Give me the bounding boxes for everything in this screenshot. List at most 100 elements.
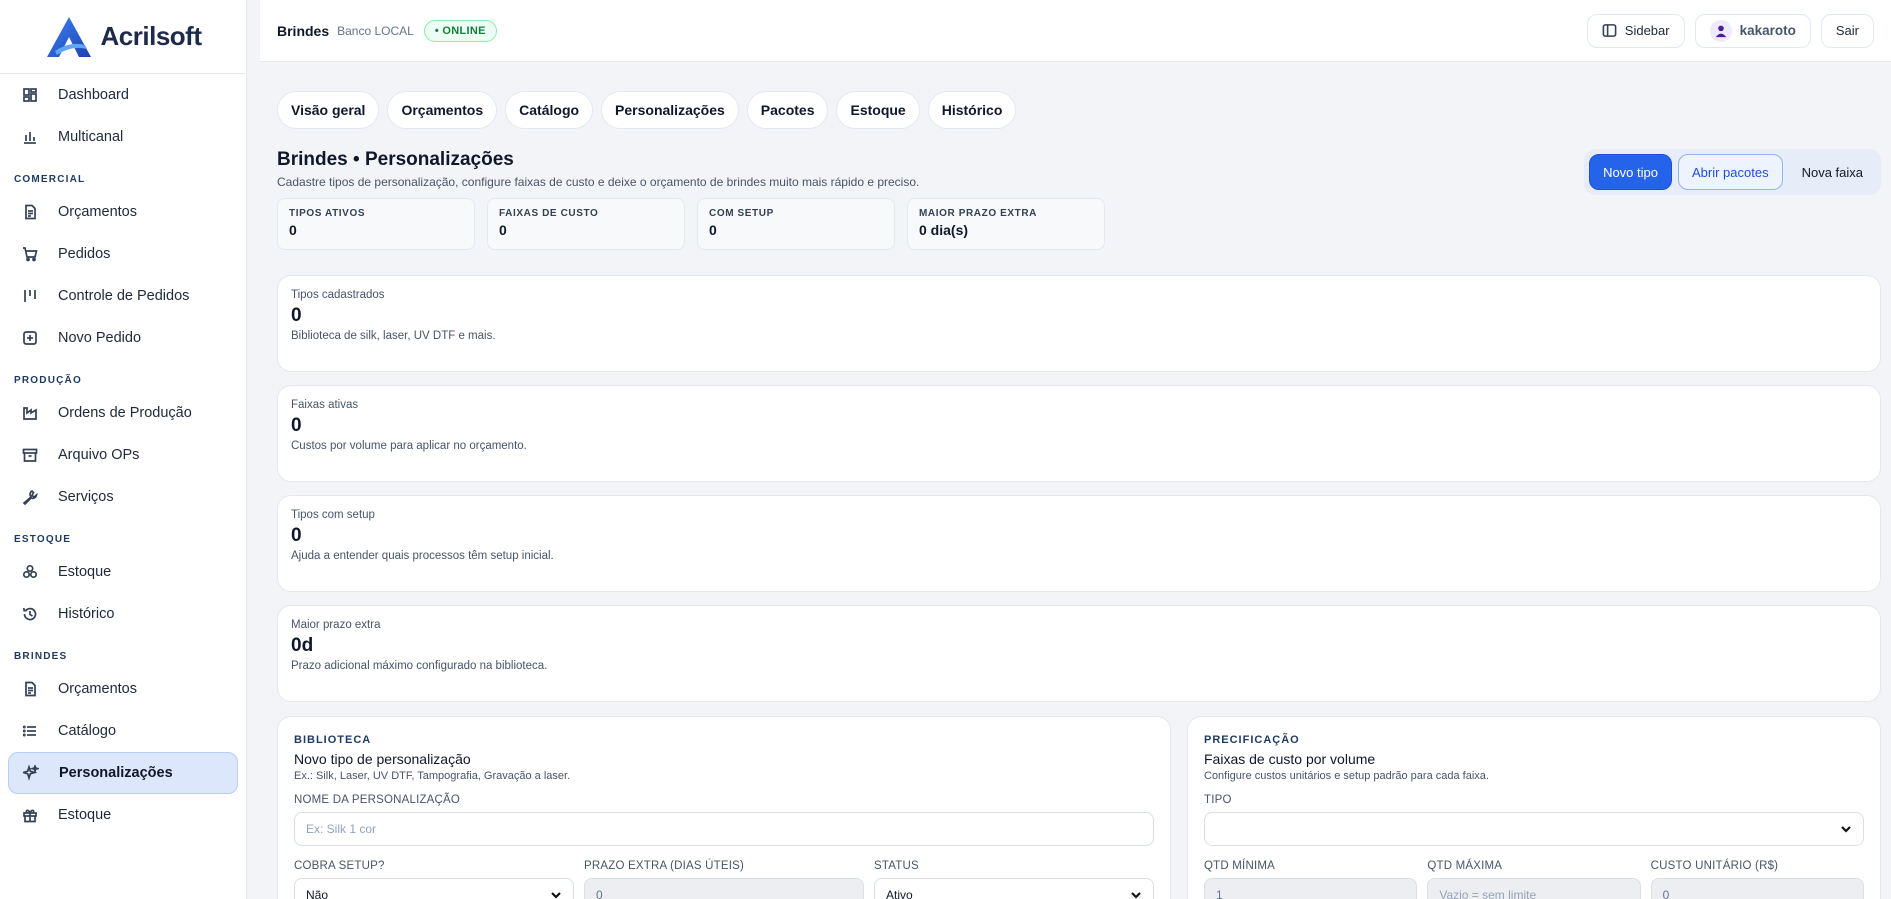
tab-estoque[interactable]: Estoque	[836, 91, 920, 129]
qty-min-input[interactable]	[1204, 878, 1418, 899]
chevron-down-icon	[1131, 892, 1141, 899]
stat-value: 0	[709, 222, 717, 238]
setup-select[interactable]: Não	[294, 878, 574, 899]
sidebar-item-label: Multicanal	[58, 129, 124, 145]
sidebar-item-label: Catálogo	[58, 723, 117, 739]
card-label: Tipos com setup	[291, 509, 375, 521]
personalization-name-input[interactable]	[294, 812, 1154, 846]
summary-card-maior-prazo-extra: Maior prazo extra 0d Prazo adicional máxim…	[277, 605, 1881, 702]
card-description: Biblioteca de silk, laser, UV DTF e mais…	[291, 330, 496, 342]
logo[interactable]: Acrilsoft	[0, 0, 246, 74]
qmax-field-label: QTD MÁXIMA	[1427, 860, 1503, 872]
bar-chart-icon	[22, 129, 38, 145]
sidebar-toggle-button[interactable]: Sidebar	[1586, 13, 1685, 48]
stat-label: FAIXAS DE CUSTO	[499, 208, 599, 219]
library-description: Ex.: Silk, Laser, UV DTF, Tampografia, G…	[294, 770, 571, 782]
new-type-button[interactable]: Novo tipo	[1589, 154, 1672, 190]
tab-historico[interactable]: Histórico	[927, 91, 1017, 129]
card-value: 0d	[291, 635, 314, 656]
sidebar-item-servicos[interactable]: Serviços	[8, 476, 238, 518]
logout-button[interactable]: Sair	[1820, 13, 1874, 48]
summary-card-tipos-com-setup: Tipos com setup 0 Ajuda a entender quais p…	[277, 495, 1881, 592]
sidebar-item-estoque[interactable]: Estoque	[8, 551, 238, 593]
pricing-kicker: PRECIFICAÇÃO	[1204, 734, 1300, 746]
history-icon	[22, 606, 38, 622]
brand-name: Acrilsoft	[100, 21, 202, 51]
sidebar-item-multicanal[interactable]: Multicanal	[8, 116, 238, 158]
tab-personalizacoes[interactable]: Personalizações	[601, 91, 739, 129]
card-label: Faixas ativas	[291, 399, 359, 411]
sidebar-item-pedidos[interactable]: Pedidos	[8, 233, 238, 275]
sidebar-item-orcamentos[interactable]: Orçamentos	[8, 668, 238, 710]
main-content: Visão geral Orçamentos Catálogo Personaliza…	[277, 91, 1881, 899]
prazo-extra-input[interactable]	[584, 878, 864, 899]
gift-icon	[22, 807, 38, 823]
sidebar-item-personalizacoes[interactable]: Personalizações	[8, 752, 238, 794]
sidebar-item-label: Personalizações	[59, 765, 173, 781]
chevron-down-icon	[1841, 826, 1851, 833]
card-value: 0	[291, 525, 302, 546]
card-description: Prazo adicional máximo configurado na bi…	[291, 660, 548, 672]
open-packages-button[interactable]: Abrir pacotes	[1677, 154, 1783, 190]
list-icon	[22, 723, 38, 739]
sidebar-item-label: Estoque	[58, 564, 112, 580]
chevron-down-icon	[551, 892, 561, 899]
tab-catalogo[interactable]: Catálogo	[505, 91, 594, 129]
stat-tipos-ativos: TIPOS ATIVOS 0	[277, 198, 475, 250]
summary-card-faixas-ativas: Faixas ativas 0 Custos por volume para apl…	[277, 385, 1881, 482]
stat-com-setup: COM SETUP 0	[697, 198, 895, 250]
sidebar-item-ordens-de-producao[interactable]: Ordens de Produção	[8, 392, 238, 434]
sidebar: Acrilsoft Dashboard Multicanal COMERCIAL Or…	[0, 0, 247, 899]
sidebar-item-arquivo-ops[interactable]: Arquivo OPs	[8, 434, 238, 476]
card-value: 0	[291, 305, 302, 326]
library-panel: BIBLIOTECA Novo tipo de personalização E…	[277, 716, 1171, 899]
sidebar-item-historico[interactable]: Histórico	[8, 593, 238, 635]
plus-square-icon	[22, 330, 38, 346]
sidebar-section-estoque: ESTOQUE	[14, 534, 72, 545]
summary-card-tipos-cadastrados: Tipos cadastrados 0 Biblioteca de silk, la…	[277, 275, 1881, 372]
factory-icon	[22, 405, 38, 421]
stat-maior-prazo-extra: MAIOR PRAZO EXTRA 0 dia(s)	[907, 198, 1105, 250]
user-icon	[1715, 25, 1726, 37]
sidebar-item-controle-de-pedidos[interactable]: Controle de Pedidos	[8, 275, 238, 317]
summary-cards: Tipos cadastrados 0 Biblioteca de silk, la…	[277, 275, 1881, 702]
topbar: Brindes Banco LOCAL • ONLINE Sidebar kak…	[260, 0, 1891, 62]
pricing-description: Configure custos unitários e setup padrã…	[1204, 770, 1489, 782]
qmin-field-label: QTD MÍNIMA	[1204, 860, 1275, 872]
tab-visao-geral[interactable]: Visão geral	[277, 91, 380, 129]
setup-select-value: Não	[306, 888, 329, 899]
logout-label: Sair	[1835, 23, 1859, 38]
cart-icon	[22, 246, 38, 262]
sidebar-item-catalogo[interactable]: Catálogo	[8, 710, 238, 752]
sidebar-item-dashboard[interactable]: Dashboard	[8, 74, 238, 116]
sidebar-item-novo-pedido[interactable]: Novo Pedido	[8, 317, 238, 359]
database-label: Banco LOCAL	[337, 23, 414, 38]
user-menu-button[interactable]: kakaroto	[1694, 13, 1811, 48]
status-select[interactable]: Ativo	[874, 878, 1154, 899]
stat-faixas-de-custo: FAIXAS DE CUSTO 0	[487, 198, 685, 250]
sidebar-item-orcamentos[interactable]: Orçamentos	[8, 191, 238, 233]
tab-orcamentos[interactable]: Orçamentos	[387, 91, 498, 129]
page-actions: Novo tipo Abrir pacotes Nova faixa	[1584, 149, 1881, 195]
new-range-button[interactable]: Nova faixa	[1789, 154, 1876, 190]
sidebar-toggle-label: Sidebar	[1624, 23, 1670, 38]
stats-row: TIPOS ATIVOS 0 FAIXAS DE CUSTO 0 COM SETUP 0 M…	[277, 198, 1881, 250]
sidebar-item-label: Histórico	[58, 606, 115, 622]
tipo-field-label: TIPO	[1204, 794, 1232, 806]
card-value: 0	[291, 415, 302, 436]
stat-label: COM SETUP	[709, 208, 774, 219]
module-tabs: Visão geral Orçamentos Catálogo Personaliza…	[277, 91, 1881, 129]
wrench-icon	[22, 489, 38, 505]
page-header: Brindes • Personalizações Cadastre tipos…	[277, 149, 1881, 195]
sidebar-item-label: Serviços	[58, 489, 114, 505]
stat-value: 0	[289, 222, 297, 238]
tipo-select[interactable]	[1204, 812, 1864, 846]
qty-max-input[interactable]	[1427, 878, 1641, 899]
archive-icon	[22, 447, 38, 463]
unit-cost-input[interactable]	[1650, 878, 1864, 899]
stat-label: MAIOR PRAZO EXTRA	[919, 208, 1037, 219]
tab-pacotes[interactable]: Pacotes	[746, 91, 829, 129]
sidebar-item-label: Novo Pedido	[58, 330, 142, 346]
user-name: kakaroto	[1739, 23, 1796, 38]
sidebar-item-estoque[interactable]: Estoque	[8, 794, 238, 836]
